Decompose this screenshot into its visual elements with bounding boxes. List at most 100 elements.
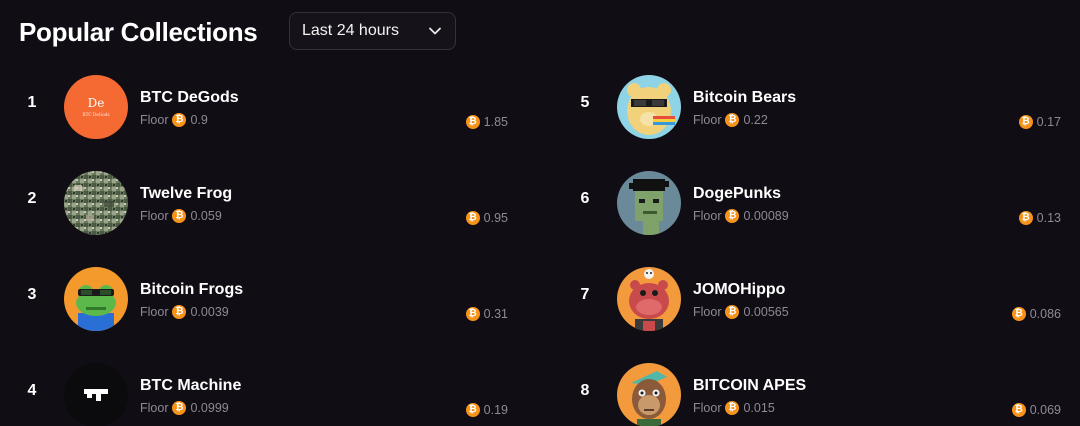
collection-volume: ₿ 0.95 [465,210,508,226]
collection-info: BITCOIN APES Floor ₿ 0.015 [693,376,806,416]
section-header: Popular Collections [19,12,258,52]
collection-row[interactable]: 2 Twelve Frog Floor ₿ 0.059 ₿ 0.95 [17,158,508,254]
floor-label: Floor [693,305,722,319]
collection-volume: ₿ 0.13 [1018,210,1061,226]
collection-name[interactable]: BTC Machine [140,376,241,396]
collection-volume: ₿ 1.85 [465,114,508,130]
collection-row[interactable]: 7 JOMOHippo Floor ₿ 0.00565 ₿ 0.086 [570,254,1061,350]
collection-info: Twelve Frog Floor ₿ 0.059 [140,184,232,224]
floor-price: Floor ₿ 0.00565 [693,304,789,320]
floor-label: Floor [693,113,722,127]
collection-rank: 7 [580,286,590,303]
floor-price: Floor ₿ 0.00089 [693,208,789,224]
bitcoin-icon: ₿ [465,211,480,225]
collection-name[interactable]: DogePunks [693,184,789,204]
collection-volume: ₿ 0.086 [1011,306,1061,322]
floor-label: Floor [140,401,169,415]
floor-price: Floor ₿ 0.0999 [140,400,241,416]
floor-value: 0.9 [190,113,208,127]
collection-row[interactable]: 8 BITCOIN APES Floor ₿ 0.015 ₿ 0.069 [570,350,1061,426]
collection-row[interactable]: 1 De BTC DeGods BTC DeGods Floor ₿ 0.9 ₿… [17,62,508,158]
floor-value: 0.22 [743,113,768,127]
collection-rank: 6 [580,190,590,207]
collection-name[interactable]: Twelve Frog [140,184,232,204]
collection-name[interactable]: JOMOHippo [693,280,789,300]
floor-label: Floor [140,305,169,319]
avatar-logo-subtext: BTC DeGods [83,112,110,117]
collection-volume: ₿ 0.19 [465,402,508,418]
floor-value: 0.00089 [743,209,789,223]
collection-avatar-btc-machine[interactable] [64,363,128,426]
collection-info: Bitcoin Frogs Floor ₿ 0.0039 [140,280,243,320]
volume-value: 0.31 [483,307,508,321]
collection-rank: 4 [27,382,37,399]
collection-name[interactable]: Bitcoin Bears [693,88,796,108]
floor-price: Floor ₿ 0.9 [140,112,239,128]
collection-rank: 5 [580,94,590,111]
collection-info: BTC DeGods Floor ₿ 0.9 [140,88,239,128]
collection-row[interactable]: 6 DogePunks Floor ₿ 0.00089 ₿ 0.13 [570,158,1061,254]
floor-price: Floor ₿ 0.22 [693,112,796,128]
bitcoin-icon: ₿ [1018,211,1033,225]
collection-info: DogePunks Floor ₿ 0.00089 [693,184,789,224]
collection-volume: ₿ 0.31 [465,306,508,322]
bitcoin-icon: ₿ [465,403,480,417]
floor-label: Floor [693,209,722,223]
floor-label: Floor [140,113,169,127]
bitcoin-icon: ₿ [725,209,740,223]
time-range-value: Last 24 hours [302,22,399,39]
collection-avatar-twelve-frog[interactable] [64,171,128,235]
chevron-down-icon [427,23,443,39]
floor-value: 0.015 [743,401,775,415]
bitcoin-icon: ₿ [1018,115,1033,129]
collection-avatar-bitcoin-frogs[interactable] [64,267,128,331]
floor-price: Floor ₿ 0.015 [693,400,806,416]
time-range-select[interactable]: Last 24 hours [289,12,456,50]
floor-label: Floor [693,401,722,415]
bitcoin-icon: ₿ [172,305,187,319]
collection-name[interactable]: BITCOIN APES [693,376,806,396]
popular-collections-page: Popular Collections Last 24 hours 1 De B… [0,0,1080,426]
bitcoin-icon: ₿ [725,401,740,415]
bitcoin-icon: ₿ [1011,307,1026,321]
collection-rank: 3 [27,286,37,303]
collection-volume: ₿ 0.069 [1011,402,1061,418]
floor-label: Floor [140,209,169,223]
bitcoin-icon: ₿ [725,113,740,127]
floor-value: 0.0999 [190,401,229,415]
collection-name[interactable]: Bitcoin Frogs [140,280,243,300]
bitcoin-icon: ₿ [1011,403,1026,417]
section-title: Popular Collections [19,16,258,47]
collection-info: Bitcoin Bears Floor ₿ 0.22 [693,88,796,128]
collection-volume: ₿ 0.17 [1018,114,1061,130]
collection-avatar-bitcoin-apes[interactable] [617,363,681,426]
collection-rank: 2 [27,190,37,207]
avatar-logo-text: De [88,96,105,110]
floor-value: 0.059 [190,209,222,223]
collection-info: JOMOHippo Floor ₿ 0.00565 [693,280,789,320]
collection-row[interactable]: 3 Bitcoin Frogs Floor ₿ 0.0039 ₿ 0.31 [17,254,508,350]
bitcoin-icon: ₿ [172,113,187,127]
collection-avatar-bitcoin-bears[interactable] [617,75,681,139]
collection-avatar-dogepunks[interactable] [617,171,681,235]
volume-value: 0.069 [1029,403,1061,417]
volume-value: 0.17 [1036,115,1061,129]
bitcoin-icon: ₿ [172,401,187,415]
collection-avatar-jomohippo[interactable] [617,267,681,331]
volume-value: 0.086 [1029,307,1061,321]
bitcoin-icon: ₿ [172,209,187,223]
volume-value: 0.13 [1036,211,1061,225]
bitcoin-icon: ₿ [725,305,740,319]
collection-rank: 1 [27,94,37,111]
volume-value: 1.85 [483,115,508,129]
floor-price: Floor ₿ 0.0039 [140,304,243,320]
collection-avatar-btc-degods[interactable]: De BTC DeGods [64,75,128,139]
collection-info: BTC Machine Floor ₿ 0.0999 [140,376,241,416]
volume-value: 0.95 [483,211,508,225]
collection-row[interactable]: 5 Bitcoin Bears Floor ₿ 0.22 ₿ 0.17 [570,62,1061,158]
floor-value: 0.00565 [743,305,789,319]
collection-rank: 8 [580,382,590,399]
collection-row[interactable]: 4 BTC Machine Floor ₿ 0.0999 ₿ 0.19 [17,350,508,426]
floor-price: Floor ₿ 0.059 [140,208,232,224]
collection-name[interactable]: BTC DeGods [140,88,239,108]
